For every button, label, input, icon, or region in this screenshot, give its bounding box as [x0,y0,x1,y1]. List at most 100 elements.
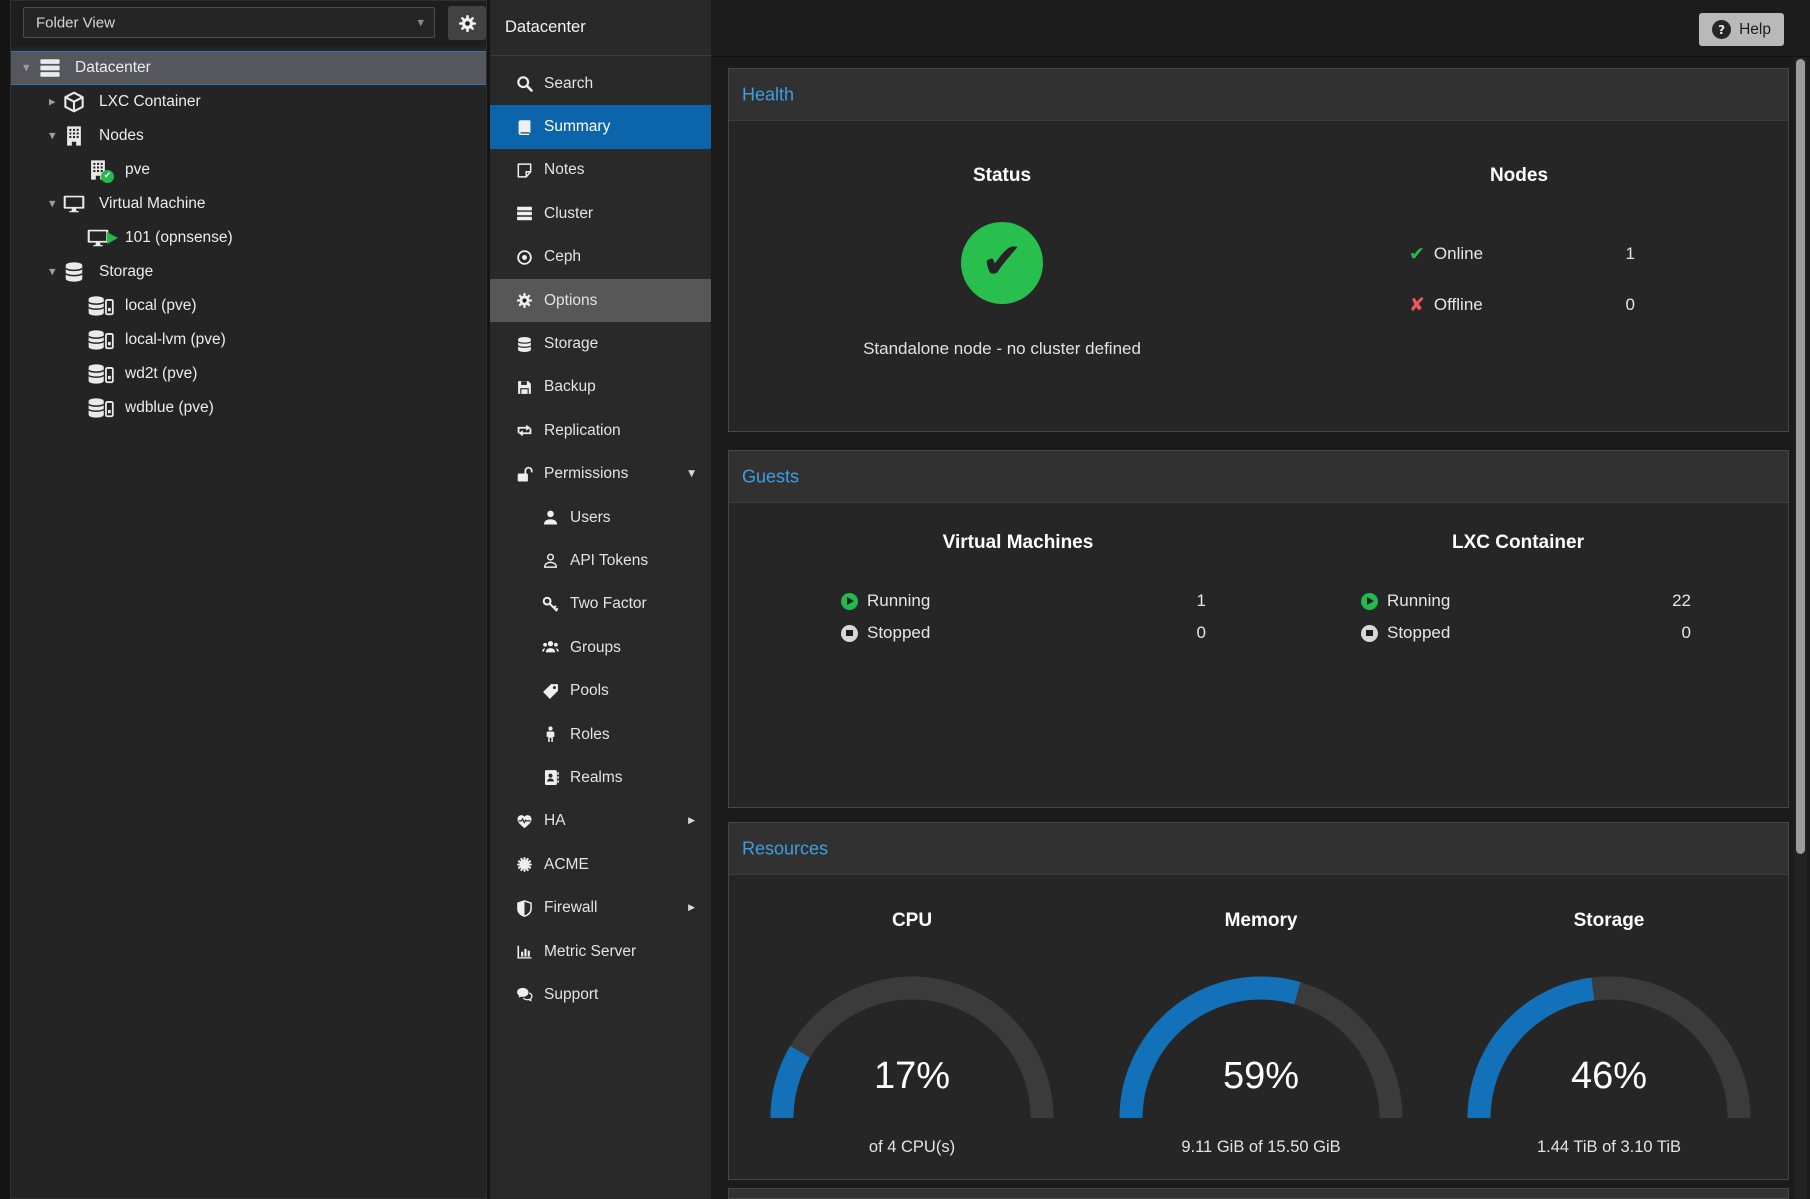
tree-row-label: 101 (opnsense) [125,229,233,247]
tree-row-storage-local-lvm[interactable]: local-lvm (pve) [11,323,486,357]
certificate-burst-icon [516,856,533,873]
nav-item-label: Options [544,292,597,310]
tree-row-virtual-machine[interactable]: ▾ Virtual Machine [11,187,486,221]
divider [490,55,711,56]
tree-row-pve[interactable]: ✔ pve [11,153,486,187]
nav-item-support[interactable]: Support [490,973,711,1016]
expand-arrow-icon[interactable]: ▶ [688,816,695,826]
database-drive-icon [87,329,115,351]
lxc-stopped-row: Stopped 0 [1361,620,1691,646]
stop-circle-icon [841,625,858,642]
tree-row-storage[interactable]: ▾ Storage [11,255,486,289]
nav-item-label: Permissions [544,465,628,483]
view-mode-select[interactable]: Folder View ▾ [23,7,435,38]
memory-gauge-arc [1111,966,1411,1126]
cluster-status-message: Standalone node - no cluster defined [729,339,1275,359]
health-panel-header: Health [729,69,1788,121]
caret-right-icon[interactable]: ▸ [49,95,56,110]
content-scrollbar[interactable] [1794,57,1807,1199]
tree-row-storage-wd2t[interactable]: wd2t (pve) [11,357,486,391]
nav-item-firewall[interactable]: Firewall ▶ [490,886,711,929]
nav-item-search[interactable]: Search [490,62,711,105]
nav-item-users[interactable]: Users [490,496,711,539]
user-icon [542,509,559,526]
tree-toolbar: Folder View ▾ [11,1,486,47]
storage-gauge: Storage 46% 1.44 TiB of 3.10 TiB [1459,823,1759,1180]
tree-row-label: pve [125,161,150,179]
storage-gauge-arc [1459,966,1759,1126]
tree-row-datacenter[interactable]: ▾ Datacenter [11,51,486,85]
lxc-container-heading: LXC Container [1289,532,1747,554]
nav-item-label: Two Factor [570,595,647,613]
server-icon [516,205,533,222]
nav-item-options[interactable]: Options [490,279,711,322]
help-button[interactable]: ? Help [1699,13,1784,46]
vm-stopped-count: 0 [1197,623,1206,643]
nav-item-notes[interactable]: Notes [490,149,711,192]
caret-down-icon[interactable]: ▾ [49,197,56,212]
nav-item-backup[interactable]: Backup [490,366,711,409]
caret-down-icon[interactable]: ▾ [49,129,56,144]
users-group-icon [542,639,559,656]
tree-row-storage-wdblue[interactable]: wdblue (pve) [11,391,486,425]
expand-arrow-icon[interactable]: ▶ [688,903,695,913]
nav-item-permissions[interactable]: Permissions ▼ [490,453,711,496]
cpu-detail: of 4 CPU(s) [762,1138,1062,1157]
nav-item-realms[interactable]: Realms [490,756,711,799]
server-icon [39,57,61,79]
nav-item-cluster[interactable]: Cluster [490,192,711,235]
nav-item-summary[interactable]: Summary [490,105,711,148]
nav-item-groups[interactable]: Groups [490,626,711,669]
nav-item-replication[interactable]: Replication [490,409,711,452]
search-icon [516,75,533,92]
vm-running-count: 1 [1197,591,1206,611]
database-drive-icon [87,295,115,317]
tree-row-nodes[interactable]: ▾ Nodes [11,119,486,153]
address-book-icon [542,769,559,786]
key-icon [542,596,559,613]
cross-icon: ✘ [1409,294,1425,316]
lxc-running-count: 22 [1672,591,1691,611]
nav-item-metric-server[interactable]: Metric Server [490,930,711,973]
nav-item-acme[interactable]: ACME [490,843,711,886]
caret-down-icon[interactable]: ▾ [49,265,56,280]
nav-item-label: Search [544,75,593,93]
memory-detail: 9.11 GiB of 15.50 GiB [1111,1138,1411,1157]
tree-row-label: Nodes [99,127,144,145]
nav-item-roles[interactable]: Roles [490,713,711,756]
floppy-icon [516,379,533,396]
nav-item-api-tokens[interactable]: API Tokens [490,539,711,582]
database-icon [516,336,533,353]
content-topbar: ? Help [711,0,1810,57]
database-icon [63,261,85,283]
gear-icon [516,292,533,309]
nav-item-label: Groups [570,639,621,657]
nav-item-two-factor[interactable]: Two Factor [490,583,711,626]
tree-row-vm-101[interactable]: 101 (opnsense) [11,221,486,255]
nav-item-ceph[interactable]: Ceph [490,236,711,279]
caret-down-icon[interactable]: ▾ [23,61,30,76]
health-panel: Health Status Nodes ✔ Standalone node - … [728,68,1789,432]
offline-count: 0 [1626,295,1635,315]
vm-stopped-row: Stopped 0 [841,620,1206,646]
nodes-online-row: ✔Online 1 [1409,241,1635,267]
scrollbar-thumb[interactable] [1796,59,1805,854]
online-check-badge-icon: ✔ [101,170,114,183]
tree-row-label: local (pve) [125,297,197,315]
nav-item-label: HA [544,812,566,830]
tree-row-storage-local[interactable]: local (pve) [11,289,486,323]
nav-item-storage[interactable]: Storage [490,322,711,365]
tree-row-label: wd2t (pve) [125,365,197,383]
cube-icon [63,91,85,113]
tree-row-lxc-container[interactable]: ▸ LXC Container [11,85,486,119]
collapse-arrow-icon[interactable]: ▼ [688,469,695,479]
cpu-gauge-arc [762,966,1062,1126]
vm-running-row: Running 1 [841,588,1206,614]
chevron-down-icon: ▾ [417,15,424,30]
nav-item-ha[interactable]: HA ▶ [490,800,711,843]
nav-item-pools[interactable]: Pools [490,669,711,712]
nav-item-label: Firewall [544,899,597,917]
tree-settings-button[interactable] [448,6,486,40]
comments-icon [516,986,533,1003]
guests-panel-title: Guests [742,466,799,487]
